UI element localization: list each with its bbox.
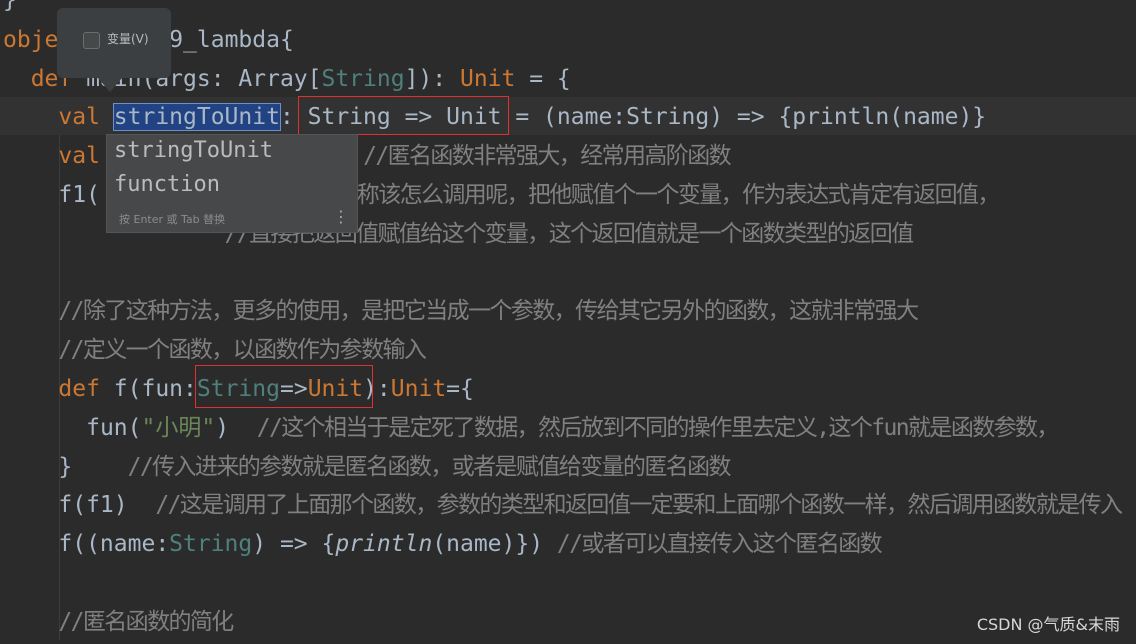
code-line[interactable]: } — [3, 0, 17, 19]
code-token: Unit — [459, 65, 516, 92]
vertical-ellipsis-icon[interactable]: ⋮ — [333, 207, 349, 226]
code-token: ) — [215, 414, 257, 441]
code-token: = { — [515, 65, 571, 92]
code-line[interactable]: fun("小明") //这个相当于是定死了数据，然后放到不同的操作里去定义,这个… — [86, 409, 1060, 447]
code-line[interactable]: 9_lambda{ — [169, 21, 294, 59]
code-token: String — [169, 531, 253, 558]
code-token: f(f1) — [58, 492, 156, 519]
code-token: f((name: — [58, 531, 170, 558]
code-token: "小明" — [141, 414, 216, 441]
code-token: String — [321, 65, 405, 92]
code-token: f1( — [58, 182, 100, 208]
code-token: //或者可以直接传入这个匿名函数 — [556, 531, 883, 558]
code-token: } — [3, 0, 17, 13]
code-token: val — [58, 104, 114, 131]
tooltip-arrow — [98, 78, 122, 92]
code-token: fun( — [86, 414, 142, 441]
code-line[interactable]: //匿名函数的简化 — [58, 603, 234, 641]
code-token: //匿名函数非常强大，经常用高阶函数 — [363, 143, 732, 170]
code-token: val — [58, 143, 100, 170]
code-token: obje — [3, 26, 59, 53]
code-token: (name)}) — [432, 531, 557, 558]
highlight-box-param-type — [195, 365, 373, 408]
code-line[interactable]: //匿名函数非常强大，经常用高阶函数 — [363, 137, 732, 175]
code-token: //这是调用了上面那个函数，参数的类型和返回值一定要和上面哪个函数一样，然后调用… — [155, 492, 1123, 519]
code-token: //除了这种方法，更多的使用，是把它当成一个参数，传给其它另外的函数，这就非常强… — [58, 298, 919, 325]
code-line[interactable]: obje — [3, 21, 58, 59]
code-token: (fun: — [127, 376, 197, 402]
code-line[interactable]: } //传入进来的参数就是匿名函数，或者是赋值给变量的匿名函数 — [58, 448, 732, 486]
code-token: def — [58, 376, 114, 402]
code-line[interactable]: 名称该怎么调用呢，把他赋值个一个变量，作为表达式肯定有返回值， — [335, 176, 1000, 214]
code-line[interactable]: val — [58, 137, 100, 175]
code-token: //匿名函数的简化 — [58, 608, 234, 635]
code-token: ) => { — [252, 531, 336, 558]
completion-popup: stringToUnit function 按 Enter 或 Tab 替换 ⋮ — [106, 134, 358, 233]
completion-item[interactable]: function — [114, 172, 220, 197]
code-line[interactable]: f(f1) //这是调用了上面那个函数，参数的类型和返回值一定要和上面哪个函数一… — [58, 486, 1123, 524]
code-token: //这个相当于是定死了数据，然后放到不同的操作里去定义,这个fun就是函数参数， — [256, 414, 1060, 441]
code-token: } — [58, 453, 128, 480]
variable-checkbox-label[interactable]: 变量(V) — [107, 30, 149, 47]
code-token: Unit — [390, 376, 447, 402]
code-token: //传入进来的参数就是匿名函数，或者是赋值给变量的匿名函数 — [127, 453, 732, 480]
code-line[interactable]: //除了这种方法，更多的使用，是把它当成一个参数，传给其它另外的函数，这就非常强… — [58, 292, 919, 330]
variable-checkbox[interactable] — [83, 32, 100, 49]
highlight-box-type — [298, 96, 509, 135]
code-token: ={ — [446, 376, 474, 402]
watermark: CSDN @气质&末雨 — [976, 615, 1120, 634]
completion-item[interactable]: stringToUnit — [114, 138, 273, 163]
code-line[interactable]: f1( — [58, 176, 100, 214]
code-line[interactable]: f((name:String) => {println(name)}) //或者… — [58, 525, 883, 563]
code-token: println — [335, 531, 433, 558]
code-token: //定义一个函数，以函数作为参数输入 — [58, 337, 427, 364]
selected-identifier: stringToUnit — [112, 103, 281, 132]
code-token: 名称该怎么调用呢，把他赋值个一个变量，作为表达式肯定有返回值， — [335, 182, 1000, 208]
code-line[interactable]: //定义一个函数，以函数作为参数输入 — [58, 331, 427, 369]
code-token: ]): — [404, 65, 460, 92]
code-token: f — [113, 376, 128, 402]
introduce-variable-tooltip: 变量(V) — [57, 8, 171, 78]
code-line[interactable]: val stringToUnit: String => Unit = (name… — [58, 98, 986, 136]
code-token: 9_lambda{ — [169, 26, 294, 53]
completion-hint: 按 Enter 或 Tab 替换 — [119, 213, 226, 226]
